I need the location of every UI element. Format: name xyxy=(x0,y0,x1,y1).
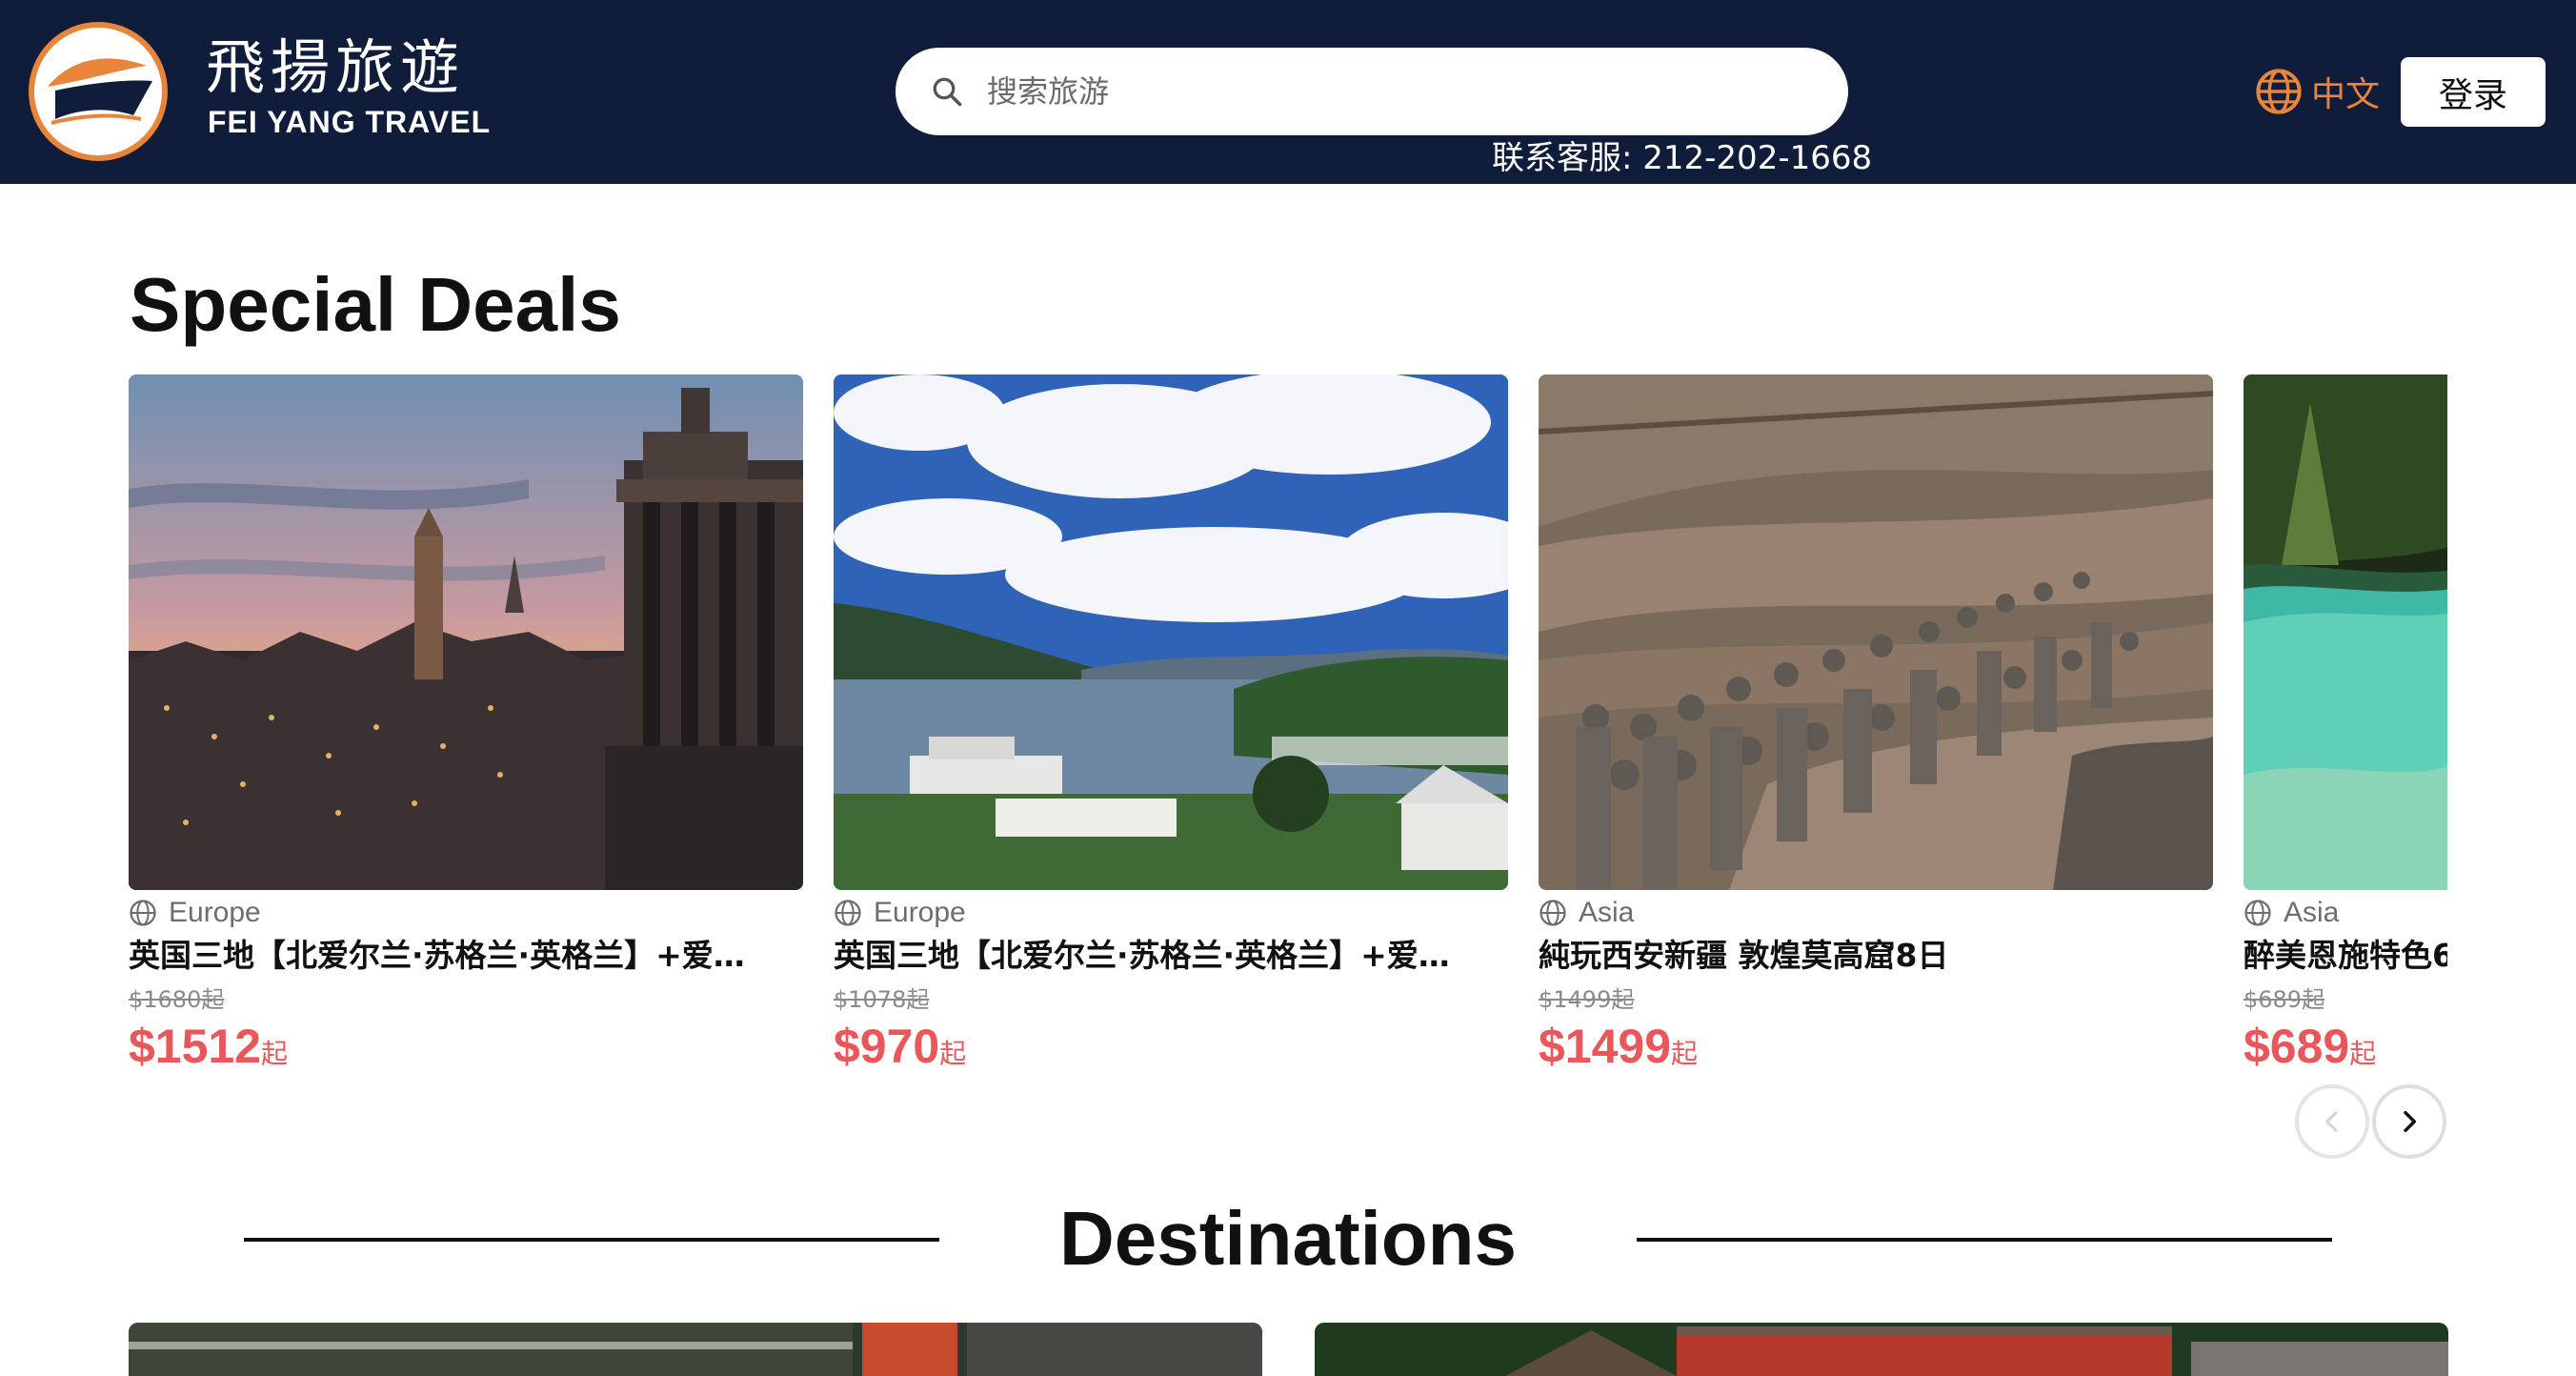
destination-image xyxy=(1315,1323,2448,1376)
deal-card[interactable]: Europe 英国三地【北爱尔兰·苏格兰·英格兰】+爱… $1078起 $970… xyxy=(834,374,1508,1099)
login-button[interactable]: 登录 xyxy=(2401,57,2546,127)
search-bar[interactable] xyxy=(896,48,1848,135)
deal-card[interactable]: Asia 純玩西安新疆 敦煌莫高窟8日 $1499起 $1499起 xyxy=(1539,374,2213,1099)
brand-name-en: FEI YANG TRAVEL xyxy=(208,105,492,139)
deal-region: Asia xyxy=(2244,894,2339,932)
deal-price-suffix: 起 xyxy=(939,1038,967,1069)
deal-price-value: $1512 xyxy=(129,1020,262,1073)
language-label: 中文 xyxy=(2311,75,2381,114)
deal-image[interactable] xyxy=(1539,374,2213,890)
globe-icon xyxy=(2244,900,2271,926)
deal-price: $970起 xyxy=(834,1015,966,1085)
globe-icon xyxy=(835,900,861,926)
chevron-left-icon xyxy=(2325,1111,2338,1132)
deal-region-label: Europe xyxy=(169,897,261,928)
carousel-prev-button[interactable] xyxy=(2295,1084,2369,1159)
deal-price-suffix: 起 xyxy=(2349,1038,2377,1069)
carousel-next-button[interactable] xyxy=(2372,1084,2446,1159)
destinations-divider-right xyxy=(1637,1238,2332,1242)
language-switcher[interactable]: 中文 xyxy=(2254,63,2380,120)
destinations-title: Destinations xyxy=(1058,1196,1518,1281)
deal-region: Asia xyxy=(1539,894,1634,932)
globe-icon xyxy=(1540,900,1566,926)
deal-name[interactable]: 英国三地【北爱尔兰·苏格兰·英格兰】+爱… xyxy=(129,932,803,980)
special-deals-title: Special Deals xyxy=(130,262,621,347)
deal-price: $689起 xyxy=(2244,1015,2376,1085)
search-icon xyxy=(933,77,962,107)
deal-region-label: Asia xyxy=(2284,897,2340,928)
destination-card[interactable] xyxy=(129,1323,1262,1376)
deal-name[interactable]: 純玩西安新疆 敦煌莫高窟8日 xyxy=(1539,932,2213,980)
special-deals-carousel: Europe 英国三地【北爱尔兰·苏格兰·英格兰】+爱… $1680起 $151… xyxy=(129,374,2447,1099)
deal-price: $1499起 xyxy=(1539,1015,1698,1085)
destination-card[interactable] xyxy=(1315,1323,2448,1376)
search-input[interactable] xyxy=(987,63,1806,120)
customer-service-hotline: 联系客服: 212-202-1668 xyxy=(1492,139,1873,177)
globe-icon xyxy=(130,900,156,926)
logo-icon[interactable] xyxy=(29,22,168,161)
deal-price-value: $1499 xyxy=(1539,1020,1672,1073)
brand-name-cn: 飛揚旅遊 xyxy=(206,32,466,102)
chevron-right-icon xyxy=(2404,1110,2417,1133)
deal-price: $1512起 xyxy=(129,1015,288,1085)
deal-name[interactable]: 醉美恩施特色6 xyxy=(2244,932,2447,980)
deal-price-suffix: 起 xyxy=(261,1038,289,1069)
deal-image[interactable] xyxy=(2244,374,2447,890)
deal-image[interactable] xyxy=(129,374,803,890)
globe-icon xyxy=(2256,69,2302,114)
deal-price-value: $970 xyxy=(834,1020,940,1073)
deal-original-price: $1680起 xyxy=(129,986,225,1013)
deal-price-suffix: 起 xyxy=(1671,1038,1699,1069)
deal-image[interactable] xyxy=(834,374,1508,890)
deal-original-price: $1078起 xyxy=(834,986,930,1013)
destinations-divider-left xyxy=(244,1238,939,1242)
deal-original-price: $1499起 xyxy=(1539,986,1635,1013)
deal-region: Europe xyxy=(834,894,966,932)
deal-region-label: Asia xyxy=(1579,897,1635,928)
deal-card[interactable]: Asia 醉美恩施特色6 $689起 $689起 xyxy=(2244,374,2447,1099)
destination-image xyxy=(129,1323,1262,1376)
deal-original-price: $689起 xyxy=(2244,986,2325,1013)
deal-price-value: $689 xyxy=(2244,1020,2350,1073)
deal-region: Europe xyxy=(129,894,261,932)
deal-name[interactable]: 英国三地【北爱尔兰·苏格兰·英格兰】+爱… xyxy=(834,932,1508,980)
deal-region-label: Europe xyxy=(874,897,966,928)
site-header: 飛揚旅遊 FEI YANG TRAVEL 联系客服: 212-202-1668 … xyxy=(0,0,2576,184)
deal-card[interactable]: Europe 英国三地【北爱尔兰·苏格兰·英格兰】+爱… $1680起 $151… xyxy=(129,374,803,1099)
